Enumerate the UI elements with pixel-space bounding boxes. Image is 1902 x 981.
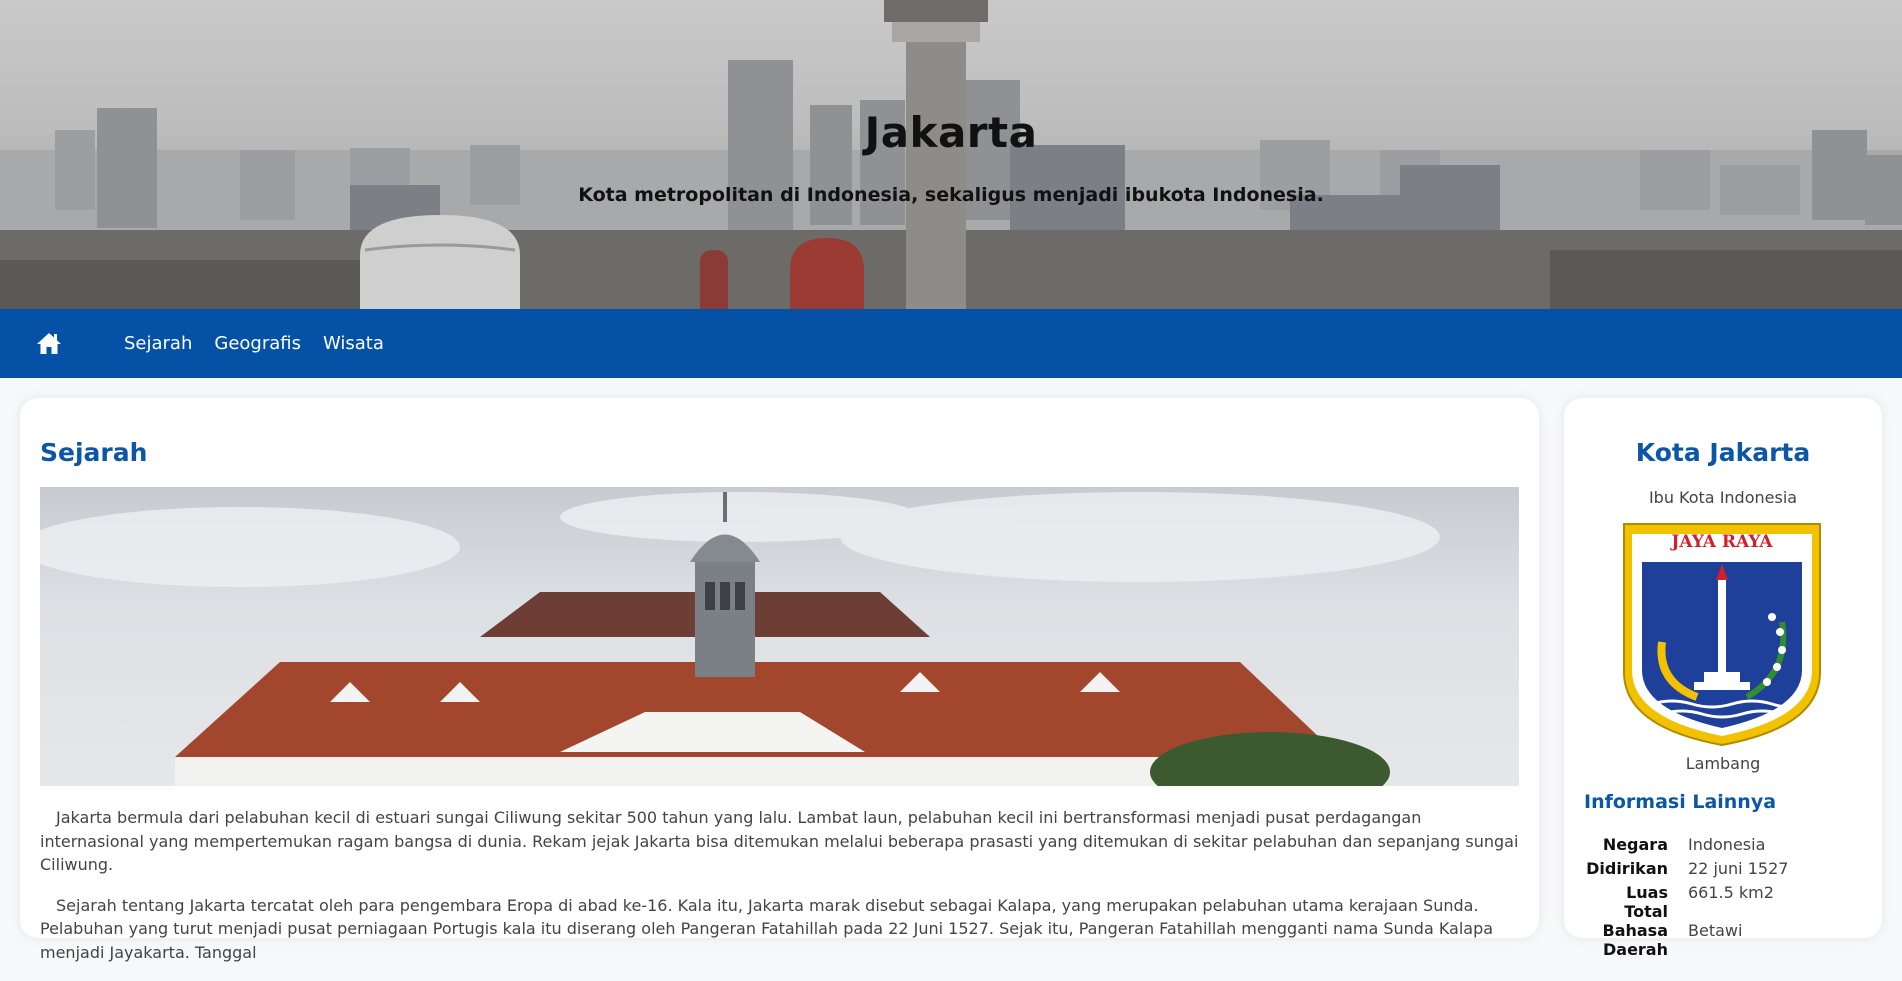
sidebar-subtitle: Ibu Kota Indonesia xyxy=(1648,488,1798,507)
page-title: Jakarta xyxy=(864,108,1038,157)
jakarta-emblem: JAYA RAYA xyxy=(1623,523,1821,747)
history-paragraph: Sejarah tentang Jakarta tercatat oleh pa… xyxy=(40,895,1494,962)
info-value: 661.5 km2 xyxy=(1688,883,1774,902)
city-info-card: Kota Jakarta Ibu Kota Indonesia JAYA RAY… xyxy=(1564,398,1882,959)
info-heading: Informasi Lainnya xyxy=(1584,791,1777,813)
history-text: Jakarta bermula dari pelabuhan kecil di … xyxy=(40,806,1519,981)
emblem-caption: Lambang xyxy=(1685,754,1761,773)
hero-banner: Jakarta Kota metropolitan di Indonesia, … xyxy=(0,0,1902,309)
info-row: Didirikan 22 juni 1527 xyxy=(1584,859,1864,883)
nav-link-sejarah[interactable]: Sejarah xyxy=(124,333,192,354)
home-icon[interactable] xyxy=(36,331,62,355)
nav-link-geografis[interactable]: Geografis xyxy=(214,333,301,354)
svg-text:JAYA RAYA: JAYA RAYA xyxy=(1669,532,1773,552)
info-value: 22 juni 1527 xyxy=(1688,859,1789,878)
info-row: Negara Indonesia xyxy=(1584,835,1864,859)
main-navbar: Sejarah Geografis Wisata xyxy=(0,309,1902,378)
history-paragraph: Jakarta bermula dari pelabuhan kecil di … xyxy=(40,808,1519,874)
info-key: Negara xyxy=(1602,835,1668,854)
info-key: Luas Total xyxy=(1624,883,1668,921)
history-card: Sejarah Jakarta bermula dari pelabuhan k… xyxy=(20,398,1539,962)
info-key: Bahasa Daerah xyxy=(1602,921,1669,959)
sidebar-title: Kota Jakarta xyxy=(1635,438,1811,467)
museum-photo xyxy=(40,487,1519,786)
info-value: Betawi xyxy=(1688,921,1743,940)
nav-link-wisata[interactable]: Wisata xyxy=(323,333,384,354)
info-key: Didirikan xyxy=(1586,859,1668,878)
nav-links: Sejarah Geografis Wisata xyxy=(124,309,406,378)
section-heading: Sejarah xyxy=(40,438,148,467)
info-value: Indonesia xyxy=(1688,835,1766,854)
info-table: Negara Indonesia Didirikan 22 juni 1527 … xyxy=(1584,835,1864,959)
info-row: Luas Total 661.5 km2 xyxy=(1584,883,1864,921)
page-subtitle: Kota metropolitan di Indonesia, sekaligu… xyxy=(578,184,1324,206)
info-row: Bahasa Daerah Betawi xyxy=(1584,921,1864,959)
